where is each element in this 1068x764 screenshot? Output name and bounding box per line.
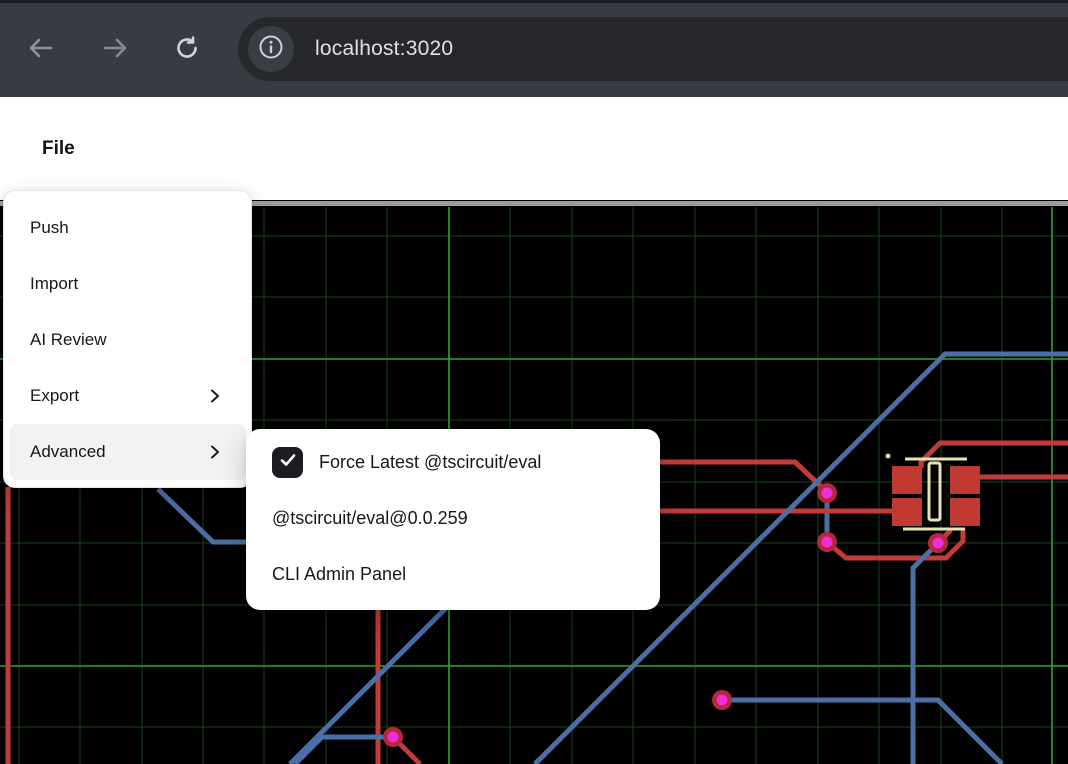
browser-window: localhost:3020 File	[0, 0, 1068, 764]
back-button[interactable]	[19, 28, 63, 72]
submenu-item-force-latest[interactable]: Force Latest @tscircuit/eval	[246, 434, 660, 490]
menu-item-label: Push	[30, 218, 69, 238]
forward-arrow-icon	[101, 34, 129, 67]
menu-item-import[interactable]: Import	[4, 256, 251, 312]
file-dropdown-menu: Push Import AI Review Export Advanced	[3, 190, 252, 488]
reload-icon	[174, 35, 200, 66]
component-pads	[892, 466, 980, 526]
file-menu-button[interactable]: File	[42, 138, 75, 160]
menu-item-ai-review[interactable]: AI Review	[4, 312, 251, 368]
chevron-right-icon	[207, 388, 223, 404]
back-arrow-icon	[27, 34, 55, 67]
menu-item-export[interactable]: Export	[4, 368, 251, 424]
checkmark-icon	[278, 450, 298, 475]
site-info-button[interactable]	[248, 26, 294, 72]
silkscreen-dot	[886, 454, 891, 459]
app-toolbar	[0, 97, 1068, 200]
url-text[interactable]: localhost:3020	[315, 37, 453, 61]
browser-chrome: localhost:3020	[0, 0, 1068, 97]
address-bar[interactable]: localhost:3020	[238, 17, 1068, 81]
menu-item-label: Export	[30, 386, 79, 406]
submenu-item-cli-admin-panel[interactable]: CLI Admin Panel	[246, 546, 660, 602]
submenu-item-label: CLI Admin Panel	[272, 564, 406, 585]
menu-item-label: AI Review	[30, 330, 107, 350]
menu-item-advanced[interactable]: Advanced	[9, 424, 246, 480]
submenu-item-eval-version[interactable]: @tscircuit/eval@0.0.259	[246, 490, 660, 546]
submenu-item-label: Force Latest @tscircuit/eval	[319, 452, 541, 473]
forward-button[interactable]	[93, 28, 137, 72]
chevron-right-icon	[207, 444, 223, 460]
menu-item-label: Import	[30, 274, 78, 294]
menu-item-push[interactable]: Push	[4, 200, 251, 256]
checkbox-checked[interactable]	[272, 447, 303, 478]
info-icon	[258, 34, 284, 65]
submenu-item-label: @tscircuit/eval@0.0.259	[272, 508, 468, 529]
advanced-submenu: Force Latest @tscircuit/eval @tscircuit/…	[246, 429, 660, 610]
menu-item-label: Advanced	[30, 442, 106, 462]
reload-button[interactable]	[165, 28, 209, 72]
